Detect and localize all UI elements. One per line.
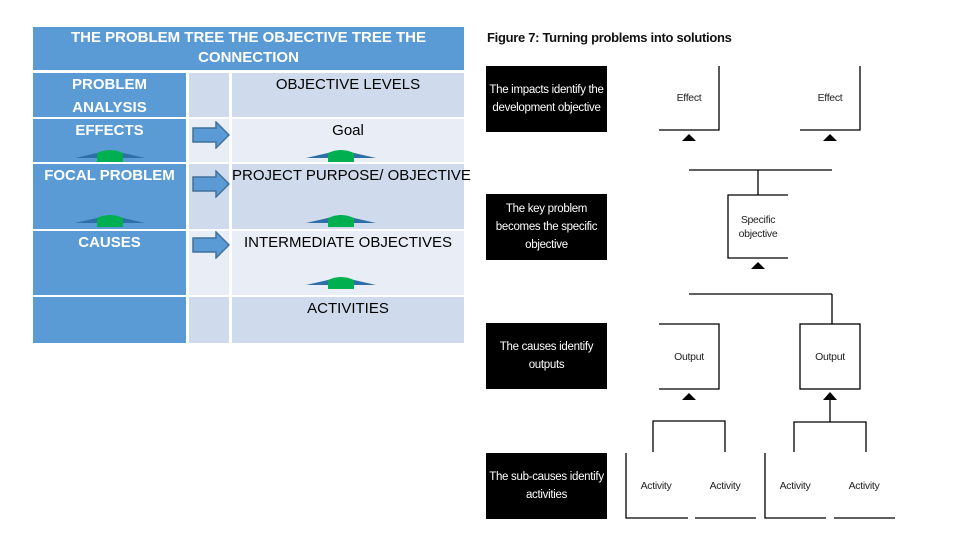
up-triangle-icon <box>823 134 837 141</box>
node-effect-1: Effect <box>676 92 702 104</box>
activity-bracket-1 <box>652 420 726 452</box>
activity-bracket-2 <box>793 421 867 452</box>
node-activity-3: Activity <box>779 480 811 492</box>
node-output-1: Output <box>674 351 704 363</box>
up-triangle-icon <box>682 134 696 141</box>
up-triangle-icon <box>751 262 765 269</box>
node-activity-1: Activity <box>640 480 672 492</box>
node-activity-2: Activity <box>709 480 741 492</box>
node-activity-4: Activity <box>848 480 880 492</box>
node-effect-2: Effect <box>817 92 843 104</box>
up-triangle-icon <box>823 392 837 400</box>
node-specific-objective: Specific objective <box>738 214 778 240</box>
node-output-2: Output <box>815 351 845 363</box>
up-triangle-icon <box>682 393 696 400</box>
solution-tree-diagram <box>625 66 895 519</box>
